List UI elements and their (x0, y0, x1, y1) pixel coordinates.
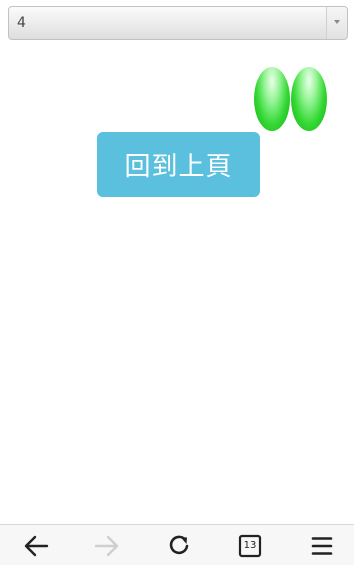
back-to-previous-page-button[interactable]: 回到上頁 (97, 132, 260, 197)
menu-icon[interactable] (309, 534, 335, 558)
number-select[interactable]: 4 (8, 6, 348, 40)
green-egg-left (254, 67, 290, 131)
reload-icon[interactable] (166, 534, 192, 558)
page: 4 回到上頁 13 (0, 0, 354, 565)
forward-arrow-icon (94, 534, 120, 558)
chevron-down-icon[interactable] (326, 7, 347, 39)
tabs-icon[interactable]: 13 (238, 534, 264, 558)
browser-toolbar: 13 (0, 524, 354, 565)
tab-count: 13 (243, 540, 257, 551)
green-egg-right (291, 67, 327, 131)
back-arrow-icon[interactable] (23, 534, 49, 558)
select-value: 4 (17, 15, 26, 31)
